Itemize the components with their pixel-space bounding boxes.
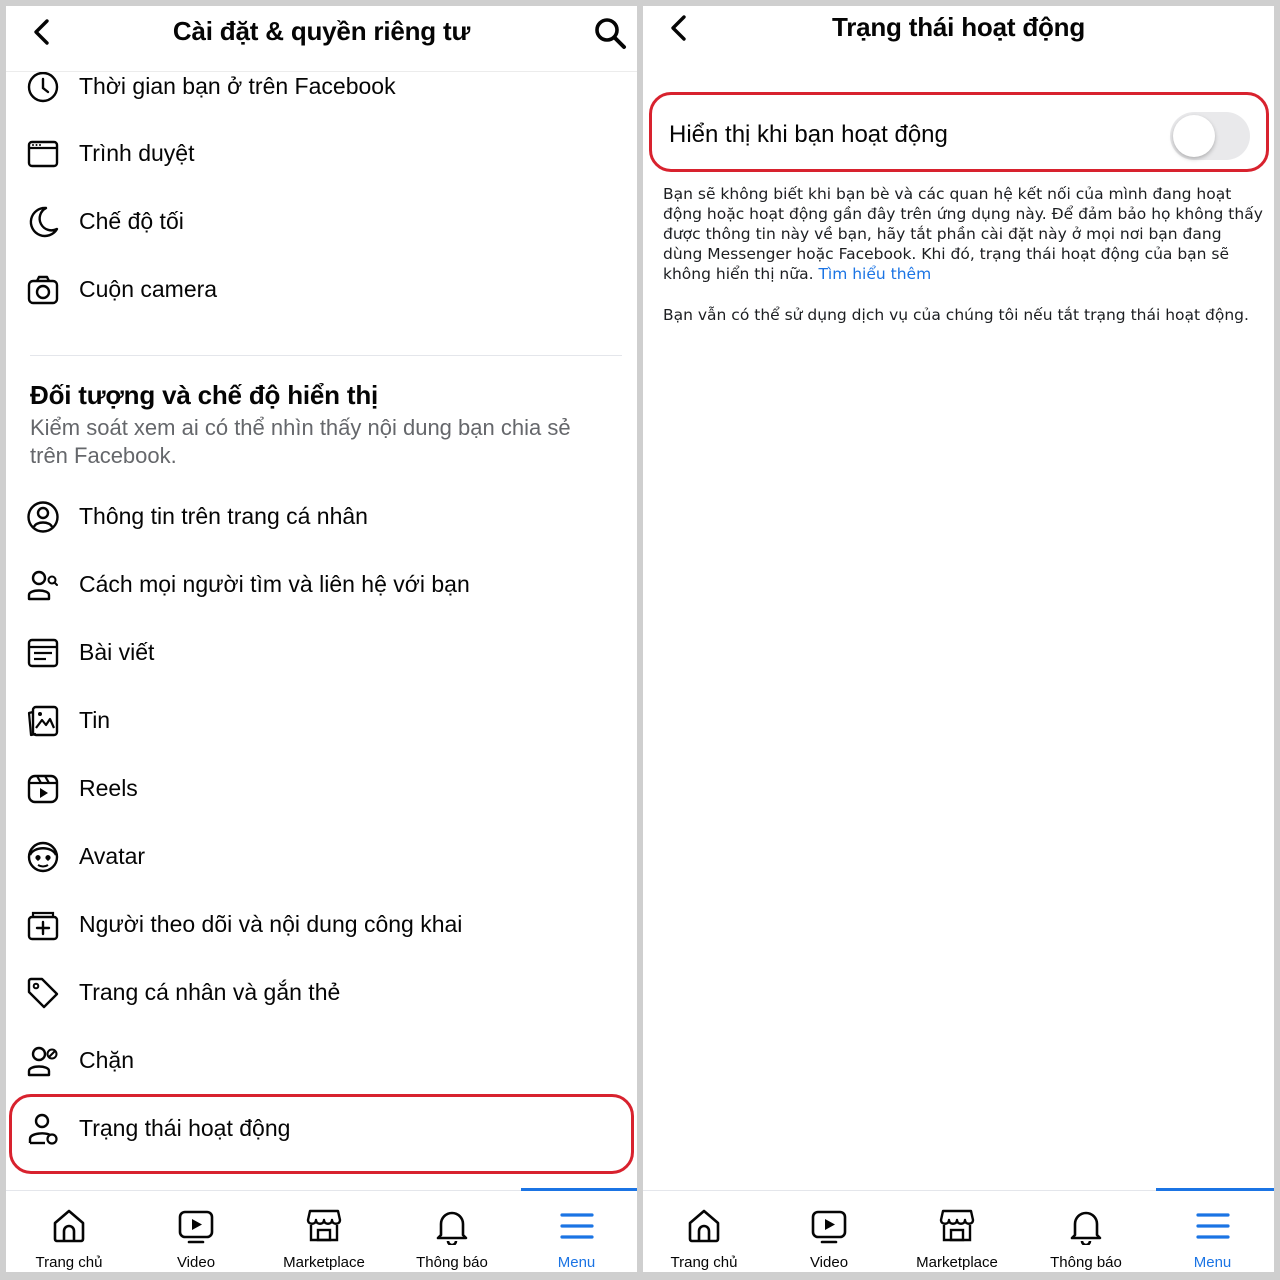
menu-item-avatar[interactable]: Avatar (6, 829, 637, 885)
section-title: Đối tượng và chế độ hiển thị (30, 380, 379, 410)
menu-item-label: Tin (79, 707, 111, 733)
tab-video[interactable]: Video (132, 1191, 260, 1272)
highlight-box (9, 1094, 634, 1174)
tab-notifications[interactable]: Thông báo (388, 1191, 516, 1272)
tag-icon (27, 977, 59, 1009)
section-divider (30, 355, 622, 356)
menu-item-label: Trình duyệt (79, 140, 195, 166)
tab-label: Thông báo (416, 1254, 488, 1271)
tab-notifications[interactable]: Thông báo (1021, 1191, 1151, 1272)
description-paragraph: Bạn sẽ không biết khi bạn bè và các quan… (663, 184, 1263, 284)
camera-icon (27, 275, 59, 305)
block-user-icon (27, 1046, 58, 1077)
menu-item-dark-mode[interactable]: Chế độ tối (6, 194, 637, 250)
people-search-icon (27, 570, 58, 601)
tab-marketplace[interactable]: Marketplace (260, 1191, 388, 1272)
tab-label: Menu (557, 1254, 596, 1271)
bell-icon (1070, 1211, 1102, 1245)
menu-item-find-contact[interactable]: Cách mọi người tìm và liên hệ với bạn (6, 557, 637, 613)
menu-item-label: Cuộn camera (79, 276, 218, 302)
tab-label: Marketplace (283, 1254, 365, 1271)
section-description: Kiểm soát xem ai có thể nhìn thấy nội du… (30, 415, 571, 468)
followers-icon (27, 911, 59, 941)
tab-label: Video (809, 1254, 849, 1271)
search-icon[interactable] (593, 16, 627, 50)
menu-item-label: Trang cá nhân và gắn thẻ (79, 979, 341, 1005)
active-tab-indicator (1156, 1188, 1274, 1191)
video-icon (811, 1210, 847, 1244)
active-tab-indicator (521, 1188, 637, 1191)
menu-item-label: Chế độ tối (79, 208, 184, 234)
menu-item-profile-tagging[interactable]: Trang cá nhân và gắn thẻ (6, 965, 637, 1021)
tab-label: Thông báo (1050, 1254, 1122, 1271)
post-icon (27, 638, 59, 668)
page-title: Cài đặt & quyền riêng tư (172, 16, 471, 46)
bell-icon (436, 1211, 468, 1245)
menu-item-reels[interactable]: Reels (6, 761, 637, 817)
menu-item-camera-roll[interactable]: Cuộn camera (6, 262, 637, 318)
moon-icon (29, 206, 59, 238)
tab-home[interactable]: Trang chủ (643, 1191, 765, 1272)
bottom-tab-bar: Trang chủ Video Marketplace Thông báo Me… (6, 1188, 637, 1272)
tab-label: Menu (1193, 1254, 1232, 1271)
marketplace-icon (939, 1209, 975, 1242)
tab-marketplace[interactable]: Marketplace (893, 1191, 1021, 1272)
active-status-screen: Trạng thái hoạt động Hiển thị khi bạn ho… (643, 6, 1274, 1272)
back-arrow-icon[interactable] (663, 12, 695, 44)
toggle-knob (1173, 115, 1215, 157)
menu-item-blocking[interactable]: Chặn (6, 1033, 637, 1089)
menu-icon (559, 1213, 594, 1239)
menu-item-stories[interactable]: Tin (6, 693, 637, 749)
menu-item-label: Cách mọi người tìm và liên hệ với bạn (79, 571, 470, 597)
stories-icon (27, 705, 59, 737)
show-active-status-label: Hiển thị khi bạn hoạt động (669, 121, 948, 148)
avatar-icon (27, 841, 59, 873)
browser-icon (27, 140, 59, 168)
tab-home[interactable]: Trang chủ (6, 1191, 132, 1272)
menu-icon (1195, 1213, 1230, 1239)
home-icon (688, 1209, 720, 1243)
back-arrow-icon[interactable] (26, 16, 58, 48)
menu-item-followers[interactable]: Người theo dõi và nội dung công khai (6, 897, 637, 953)
page-title: Trạng thái hoạt động (831, 12, 1086, 42)
settings-privacy-screen: Thời gian bạn ở trên Facebook Cài đặt & … (6, 6, 637, 1272)
bottom-tab-bar: Trang chủ Video Marketplace Thông báo Me… (643, 1188, 1274, 1272)
video-icon (178, 1210, 214, 1244)
left-header: Cài đặt & quyền riêng tư (6, 6, 637, 72)
description-text: Bạn sẽ không biết khi bạn bè và các quan… (663, 185, 1263, 283)
profile-circle-icon (27, 501, 59, 533)
menu-item-profile-info[interactable]: Thông tin trên trang cá nhân (6, 489, 637, 545)
tab-video[interactable]: Video (765, 1191, 893, 1272)
menu-item-label: Avatar (79, 843, 146, 869)
menu-item-label: Thông tin trên trang cá nhân (79, 503, 368, 529)
clock-icon (27, 71, 59, 103)
tab-menu[interactable]: Menu (516, 1188, 637, 1272)
tab-label: Marketplace (916, 1254, 998, 1271)
tab-label: Video (176, 1254, 216, 1271)
tab-label: Trang chủ (35, 1254, 103, 1271)
show-active-status-toggle[interactable] (1170, 112, 1250, 160)
menu-item-label: Bài viết (79, 639, 155, 665)
tab-label: Trang chủ (670, 1254, 738, 1271)
menu-item-browser[interactable]: Trình duyệt (6, 126, 637, 182)
menu-item-label: Chặn (79, 1047, 134, 1073)
menu-item-label: Thời gian bạn ở trên Facebook (79, 73, 396, 99)
marketplace-icon (306, 1209, 342, 1242)
menu-item-posts[interactable]: Bài viết (6, 625, 637, 681)
home-icon (53, 1209, 85, 1243)
tab-menu[interactable]: Menu (1151, 1188, 1274, 1272)
note-paragraph: Bạn vẫn có thể sử dụng dịch vụ của chúng… (663, 306, 1249, 324)
reels-icon (27, 774, 59, 804)
menu-item-label: Người theo dõi và nội dung công khai (79, 911, 463, 937)
menu-item-label: Reels (79, 775, 138, 801)
learn-more-link[interactable]: Tìm hiểu thêm (818, 265, 931, 283)
